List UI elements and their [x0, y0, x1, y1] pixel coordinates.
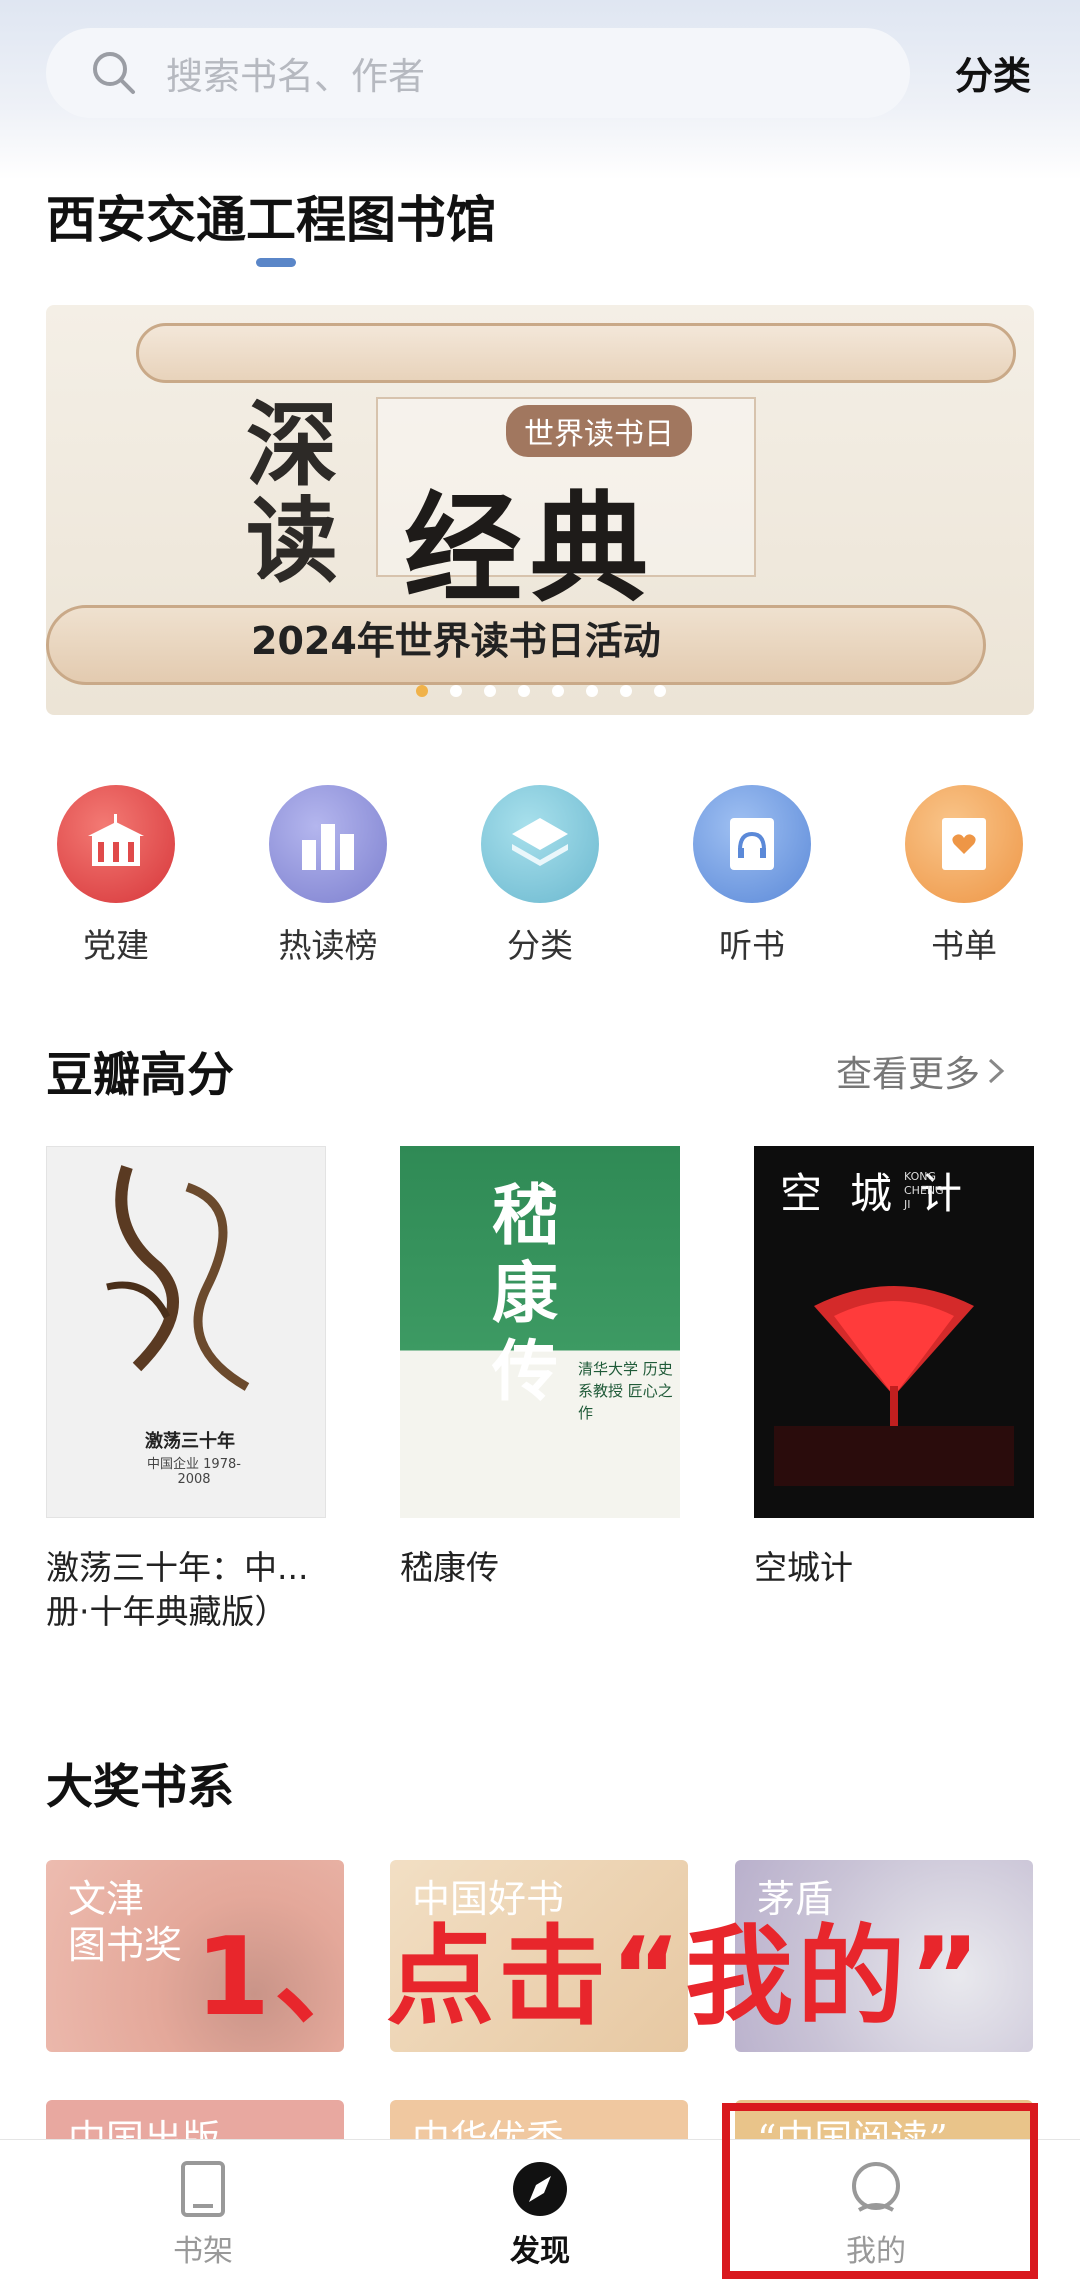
- tab-discover[interactable]: 发现: [460, 2160, 620, 2270]
- banner-big-text: 经典: [404, 479, 657, 618]
- cover-title: 激荡三十年: [145, 1431, 235, 1452]
- entry-label: 党建: [83, 926, 149, 965]
- award-label-line2: 图书奖: [68, 1923, 183, 1967]
- entry-label: 热读榜: [278, 926, 378, 965]
- book-cover-jidang[interactable]: 激荡三十年 中国企业 1978-2008: [46, 1146, 326, 1518]
- banner-scroll-top: [136, 323, 1016, 383]
- book-title-kongchengji[interactable]: 空城计: [754, 1546, 1044, 1590]
- awards-section-title: 大奖书系: [46, 1760, 234, 1815]
- bookshelf-icon: [181, 2161, 225, 2217]
- carousel-dot[interactable]: [484, 685, 496, 697]
- tab-bookshelf[interactable]: 书架: [123, 2160, 283, 2270]
- book-title-line2: 册·十年典藏版）: [46, 1592, 288, 1631]
- library-title[interactable]: 西安交通工程图书馆: [46, 180, 496, 252]
- book-title-jikang[interactable]: 嵇康传: [400, 1546, 690, 1590]
- carousel-dot[interactable]: [450, 685, 462, 697]
- banner-tag: 世界读书日: [506, 405, 692, 457]
- tab-label: 书架: [173, 2234, 233, 2269]
- entry-booklist[interactable]: 书单: [894, 785, 1034, 967]
- book-cover-kongchengji[interactable]: 空城计 KONG CHENG JI: [754, 1146, 1034, 1518]
- entry-ranking[interactable]: 热读榜: [258, 785, 398, 967]
- banner-subtitle: 2024年世界读书日活动: [251, 619, 661, 663]
- carousel-dot-active[interactable]: [416, 685, 428, 697]
- category-link[interactable]: 分类: [955, 45, 1031, 100]
- book-title-line1: 激荡三十年：中...: [46, 1548, 309, 1587]
- view-more-link[interactable]: 查看更多: [836, 1045, 1010, 1097]
- award-label-line1: 文津: [68, 1877, 145, 1921]
- banner-carousel[interactable]: 深读 世界读书日 经典 2024年世界读书日活动: [46, 305, 1034, 715]
- tab-label: 发现: [510, 2234, 570, 2269]
- entry-label: 听书: [719, 926, 785, 965]
- ranking-icon: [269, 785, 387, 903]
- carousel-dots: [416, 685, 666, 697]
- entry-label: 分类: [507, 926, 573, 965]
- cover-subtitle: 中国企业 1978-2008: [147, 1457, 241, 1487]
- chevron-right-icon: [989, 1058, 1005, 1084]
- cover-title: 嵇康传: [492, 1176, 558, 1410]
- carousel-dot[interactable]: [654, 685, 666, 697]
- book-title-jidang[interactable]: 激荡三十年：中... 册·十年典藏版）: [46, 1546, 336, 1634]
- party-building-icon: [57, 785, 175, 903]
- entry-party-building[interactable]: 党建: [46, 785, 186, 967]
- quick-entry-row: 党建 热读榜 分类 听书 书单: [46, 785, 1034, 967]
- entry-category[interactable]: 分类: [470, 785, 610, 967]
- banner-vertical-text: 深读: [246, 391, 339, 595]
- carousel-dot[interactable]: [552, 685, 564, 697]
- instruction-overlay: 1、点击“我的”: [195, 1915, 985, 2040]
- library-title-indicator: [256, 258, 296, 267]
- view-more-label: 查看更多: [836, 1054, 981, 1095]
- carousel-dot[interactable]: [586, 685, 598, 697]
- audiobook-icon: [693, 785, 811, 903]
- douban-section-title: 豆瓣高分: [46, 1048, 234, 1103]
- entry-audiobook[interactable]: 听书: [682, 785, 822, 967]
- discover-compass-icon: [513, 2162, 567, 2216]
- book-cover-jikang[interactable]: 嵇康传 清华大学 历史系教授 匠心之作: [400, 1146, 680, 1518]
- search-bar[interactable]: 搜索书名、作者: [46, 28, 910, 118]
- fan-cover-art: [774, 1286, 1014, 1486]
- booklist-heart-icon: [905, 785, 1023, 903]
- search-icon: [93, 52, 135, 94]
- carousel-dot[interactable]: [620, 685, 632, 697]
- carousel-dot[interactable]: [518, 685, 530, 697]
- search-placeholder: 搜索书名、作者: [166, 55, 425, 98]
- cover-subtitle: 清华大学 历史系教授 匠心之作: [578, 1360, 673, 1422]
- category-layers-icon: [481, 785, 599, 903]
- entry-label: 书单: [931, 926, 997, 965]
- highlight-box: [722, 2103, 1038, 2279]
